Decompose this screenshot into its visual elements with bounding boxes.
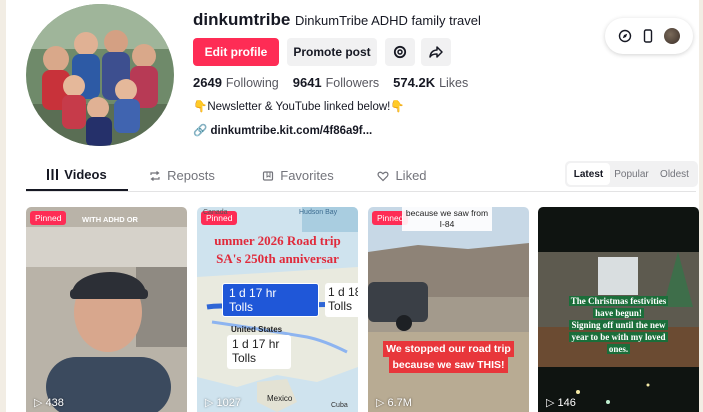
- sort-selector: Latest Popular Oldest: [565, 161, 698, 187]
- phone-icon[interactable]: [642, 29, 654, 43]
- view-count: ▷ 1027: [205, 396, 241, 410]
- view-count-value: 146: [557, 396, 576, 409]
- top-right-controls: [605, 18, 693, 54]
- profile-avatar[interactable]: [26, 4, 174, 146]
- following-stat[interactable]: 2649 Following: [193, 75, 279, 90]
- tab-liked-label: Liked: [395, 168, 427, 183]
- link-text[interactable]: dinkumtribe.kit.com/4f86a9f...: [211, 125, 373, 137]
- map-label: Mexico: [267, 394, 293, 403]
- share-button[interactable]: [421, 38, 451, 66]
- video-card[interactable]: Pinned WITH ADHD OR ▷ 438: [26, 207, 187, 412]
- grid-icon: [47, 169, 59, 180]
- share-icon: [429, 46, 443, 58]
- followers-stat[interactable]: 9641 Followers: [293, 75, 379, 90]
- map-label: Canada: [203, 209, 228, 216]
- video-top-text: because we saw from I-84: [402, 207, 492, 231]
- compass-icon[interactable]: [618, 29, 632, 43]
- play-icon: ▷: [376, 397, 385, 409]
- play-icon: ▷: [205, 397, 214, 409]
- bio: 👇Newsletter & YouTube linked below!👇: [193, 99, 405, 113]
- account-avatar[interactable]: [664, 28, 680, 44]
- pointing-hand-icon: 👇: [390, 101, 405, 113]
- video-thumbnail: [368, 207, 529, 412]
- view-count-value: 1027: [216, 396, 241, 409]
- route-time: 1 d 17 hr: [229, 286, 277, 300]
- sort-popular[interactable]: Popular: [610, 163, 653, 185]
- tab-reposts-label: Reposts: [167, 168, 215, 183]
- top-text-line: because we saw from: [405, 208, 489, 218]
- likes-stat: 574.2K Likes: [393, 75, 469, 90]
- video-thumbnail: [26, 207, 187, 412]
- sort-latest[interactable]: Latest: [567, 163, 610, 185]
- caption-line: Signing off until the new: [569, 320, 668, 330]
- heart-icon: [377, 171, 389, 181]
- pinned-badge: Pinned: [30, 211, 67, 225]
- promote-post-button[interactable]: Promote post: [287, 38, 377, 66]
- view-count-value: 6.7M: [387, 396, 412, 409]
- profile-page: dinkumtribe DinkumTribe ADHD family trav…: [6, 0, 699, 412]
- play-icon: ▷: [34, 397, 43, 409]
- caption-line: have begun!: [593, 308, 644, 318]
- map-label: Cuba: [331, 402, 348, 409]
- view-count-value: 438: [45, 396, 64, 409]
- tab-liked[interactable]: Liked: [362, 160, 442, 191]
- tab-videos[interactable]: Videos: [26, 160, 128, 191]
- top-text-line: I-84: [439, 219, 455, 229]
- video-title-line2: SA's 250th anniversar: [216, 251, 339, 266]
- link-icon: 🔗: [193, 125, 208, 137]
- caption-line: year to be with my loved: [569, 332, 668, 342]
- tab-reposts[interactable]: Reposts: [134, 160, 230, 191]
- tab-favorites[interactable]: Favorites: [248, 160, 348, 191]
- tab-favorites-label: Favorites: [280, 168, 334, 183]
- video-title-line1: ummer 2026 Road trip: [214, 233, 341, 248]
- play-icon: ▷: [546, 397, 555, 409]
- video-card[interactable]: The Christmas festivities have begun! Si…: [538, 207, 699, 412]
- profile-tabs: Videos Reposts Favorites Liked: [26, 160, 427, 192]
- view-count: ▷ 438: [34, 396, 64, 410]
- caption-line: ones.: [606, 344, 631, 354]
- map-label: Hudson Bay: [299, 209, 338, 216]
- video-caption: WITH ADHD OR: [82, 215, 138, 224]
- settings-button[interactable]: [385, 38, 415, 66]
- edit-profile-button[interactable]: Edit profile: [193, 38, 279, 66]
- route-tolls: Tolls: [232, 351, 257, 365]
- tabs-divider: [26, 191, 696, 192]
- tab-videos-label: Videos: [64, 167, 107, 182]
- caption-line: We stopped our road trip: [383, 341, 514, 357]
- pointing-hand-icon: 👇: [193, 101, 208, 113]
- route-box: 1 d 17 hr Tolls: [227, 335, 291, 369]
- nickname: DinkumTribe ADHD family travel: [295, 13, 481, 28]
- gear-icon: [393, 45, 407, 59]
- route-tolls: Tolls: [229, 300, 254, 314]
- video-caption: We stopped our road trip because we saw …: [378, 341, 519, 373]
- route-time: 1 d 18: [328, 285, 358, 299]
- profile-stats: 2649 Following 9641 Followers 574.2K Likes: [193, 75, 468, 90]
- bio-text: Newsletter & YouTube linked below!: [207, 101, 391, 113]
- route-box-selected: 1 d 17 hr Tolls: [222, 283, 319, 317]
- bookmark-icon: [263, 170, 274, 181]
- video-card[interactable]: Pinned because we saw from I-84 We stopp…: [368, 207, 529, 412]
- profile-link[interactable]: 🔗 dinkumtribe.kit.com/4f86a9f...: [193, 123, 372, 137]
- view-count: ▷ 146: [546, 396, 576, 410]
- map-label: United States: [231, 325, 283, 334]
- view-count: ▷ 6.7M: [376, 396, 412, 410]
- video-caption: The Christmas festivities have begun! Si…: [548, 295, 689, 355]
- video-card[interactable]: Pinned ummer 2026 Road trip SA's 250th a…: [197, 207, 358, 412]
- username: dinkumtribe: [193, 10, 291, 29]
- caption-line: because we saw THIS!: [389, 357, 508, 373]
- route-time: 1 d 17 hr: [232, 337, 280, 351]
- caption-line: The Christmas festivities: [568, 296, 669, 306]
- route-tolls: Tolls: [328, 299, 353, 313]
- sort-oldest[interactable]: Oldest: [653, 163, 696, 185]
- repost-icon: [150, 170, 160, 181]
- route-box: 1 d 18 Tolls: [325, 283, 358, 317]
